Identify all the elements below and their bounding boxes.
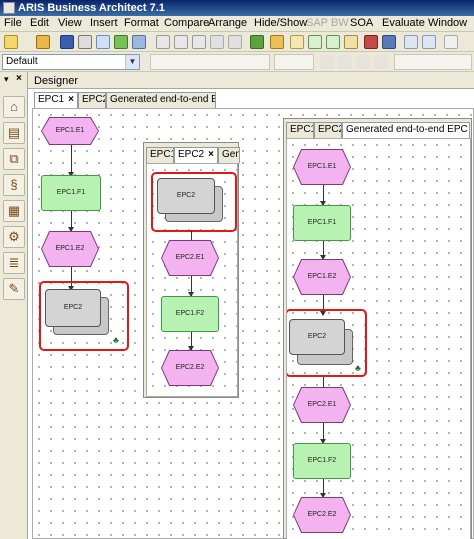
left-window-tabs: EPC1× EPC2 Generated end-to-end EPC: [30, 92, 474, 108]
menu-file[interactable]: File: [4, 17, 22, 29]
menu-arrange[interactable]: Arrange: [208, 17, 247, 29]
close-icon[interactable]: ×: [68, 94, 74, 105]
filter-icon[interactable]: [364, 35, 378, 49]
scroll-icon[interactable]: ≣: [3, 252, 25, 274]
font-size-combo: [274, 54, 314, 70]
delete-icon[interactable]: [210, 35, 224, 49]
tab-generated[interactable]: Generated end-to-end EPC: [106, 92, 216, 108]
process-interface-node[interactable]: EPC2: [157, 178, 215, 214]
tab-generated[interactable]: Genera: [218, 147, 240, 163]
assignment-icon: ♣: [113, 335, 119, 345]
menu-hide-show[interactable]: Hide/Show: [254, 17, 307, 29]
function-node[interactable]: EPC1.F1: [293, 205, 351, 241]
tab-epc2[interactable]: EPC2 ×: [174, 147, 218, 163]
folder-icon[interactable]: [270, 35, 284, 49]
event-node[interactable]: EPC1.E2: [294, 260, 350, 294]
justify-icon: [374, 55, 388, 69]
panel-title: Designer: [34, 75, 79, 87]
undo-icon[interactable]: [404, 35, 418, 49]
tab-epc1[interactable]: EPC1: [146, 147, 174, 163]
table-icon[interactable]: ▤: [3, 122, 25, 144]
model-icon[interactable]: [290, 35, 304, 49]
align-left-icon: [320, 55, 334, 69]
print-icon[interactable]: [78, 35, 92, 49]
pipes-icon[interactable]: [382, 35, 396, 49]
tab-generated[interactable]: Generated end-to-end EPC×: [342, 122, 470, 138]
cut-icon[interactable]: [156, 35, 170, 49]
epc2-canvas[interactable]: EPC2 EPC2.E1 EPC1.F2 EPC2.E2: [146, 163, 238, 397]
zoom-icon[interactable]: [444, 35, 458, 49]
menu-format[interactable]: Format: [124, 17, 159, 29]
report-icon[interactable]: [344, 35, 358, 49]
tools-icon[interactable]: ✎: [3, 278, 25, 300]
align-center-icon: [338, 55, 352, 69]
refresh-icon[interactable]: [114, 35, 128, 49]
main-toolbar: [0, 32, 474, 52]
style-combo: [394, 54, 472, 70]
redo-icon[interactable]: [422, 35, 436, 49]
menu-sap-bw: SAP BW: [306, 17, 349, 29]
align-right-icon: [356, 55, 370, 69]
menu-soa[interactable]: SOA: [350, 17, 373, 29]
menu-compare[interactable]: Compare: [164, 17, 209, 29]
tab-epc2[interactable]: EPC2: [314, 122, 342, 138]
generated-epc-window: EPC1 EPC2 Generated end-to-end EPC× EPC1…: [283, 118, 472, 539]
tab-epc1[interactable]: EPC1 ×: [34, 92, 78, 108]
event-node[interactable]: EPC1.E1: [42, 118, 98, 144]
properties-icon[interactable]: [132, 35, 146, 49]
hierarchy-icon[interactable]: ⧉: [3, 148, 25, 170]
home-icon[interactable]: ⌂: [3, 96, 25, 118]
event-node[interactable]: EPC1.E1: [294, 150, 350, 184]
event-node[interactable]: EPC2.E2: [162, 351, 218, 385]
menu-bar: File Edit View Insert Format Compare Arr…: [0, 16, 474, 32]
print-preview-icon[interactable]: [96, 35, 110, 49]
event-node[interactable]: EPC2.E2: [294, 498, 350, 532]
navigation-bar: ▾ × ⌂ ▤ ⧉ § ▦ ⚙ ≣ ✎: [0, 72, 28, 539]
function-node[interactable]: EPC1.F2: [161, 296, 219, 332]
font-combo: [150, 54, 270, 70]
symbol-icon[interactable]: §: [3, 174, 25, 196]
save-icon[interactable]: [60, 35, 74, 49]
gears-icon[interactable]: ⚙: [3, 226, 25, 248]
epc2-window: EPC1 EPC2× Genera EPC2 EPC2.E1 EPC1.F2 E…: [143, 142, 240, 398]
check-icon[interactable]: [326, 35, 340, 49]
attribute-icon[interactable]: [250, 35, 264, 49]
function-node[interactable]: EPC1.F1: [41, 175, 101, 211]
chevron-down-icon[interactable]: ▼: [125, 55, 139, 69]
process-interface-node[interactable]: EPC2: [45, 289, 101, 327]
event-node[interactable]: EPC1.E2: [42, 232, 98, 266]
new-icon[interactable]: [4, 35, 18, 49]
designer-panel-header: Designer: [28, 72, 474, 89]
database-combo[interactable]: Default ▼: [2, 54, 140, 70]
open-folder-icon[interactable]: [36, 35, 50, 49]
title-bar: ARIS Business Architect 7.1: [0, 0, 474, 16]
tab-epc1[interactable]: EPC1: [286, 122, 314, 138]
generated-epc-canvas[interactable]: EPC1.E1 EPC1.F1 EPC1.E2 EPC2 ♣ EPC2.E1 E…: [286, 138, 471, 539]
process-interface-node[interactable]: EPC2: [289, 319, 345, 355]
app-icon: [3, 2, 15, 14]
copy-icon[interactable]: [174, 35, 188, 49]
close-icon[interactable]: ×: [208, 149, 214, 160]
menu-window[interactable]: Window: [428, 17, 467, 29]
menu-view[interactable]: View: [58, 17, 82, 29]
database-combo-value: Default: [6, 56, 38, 67]
right-window-tabs: EPC1 EPC2 Generated end-to-end EPC×: [284, 122, 473, 138]
event-node[interactable]: EPC2.E1: [294, 388, 350, 422]
event-node[interactable]: EPC2.E1: [162, 241, 218, 275]
paste-icon[interactable]: [192, 35, 206, 49]
assignment-icon: ♣: [355, 363, 361, 373]
menu-insert[interactable]: Insert: [90, 17, 118, 29]
function-node[interactable]: EPC1.F2: [293, 443, 351, 479]
format-painter-icon[interactable]: [228, 35, 242, 49]
app-title: ARIS Business Architect 7.1: [18, 2, 165, 14]
menu-evaluate[interactable]: Evaluate: [382, 17, 425, 29]
matrix-icon[interactable]: ▦: [3, 200, 25, 222]
menu-edit[interactable]: Edit: [30, 17, 49, 29]
assign-icon[interactable]: [308, 35, 322, 49]
close-icon[interactable]: ×: [16, 73, 22, 84]
chevron-down-icon[interactable]: ▾: [4, 74, 9, 85]
format-toolbar: Default ▼: [0, 52, 474, 72]
middle-window-tabs: EPC1 EPC2× Genera: [144, 147, 240, 163]
tab-epc2[interactable]: EPC2: [78, 92, 106, 108]
